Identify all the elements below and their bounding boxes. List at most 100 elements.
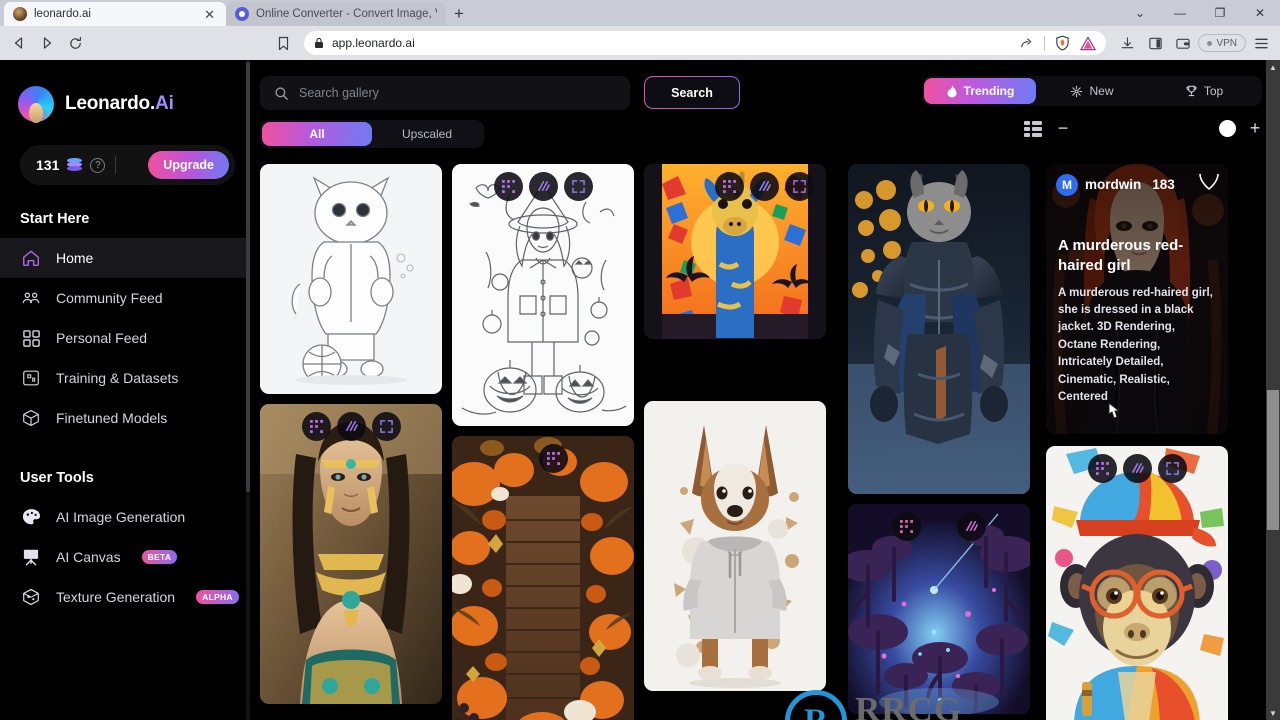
bookmark-icon[interactable]: [270, 30, 296, 56]
card-hover-actions: [452, 172, 634, 201]
sparkle-icon: [1071, 85, 1083, 97]
list-view-icon[interactable]: [1024, 121, 1042, 137]
variation-icon[interactable]: [957, 512, 986, 541]
sidebar-item-home[interactable]: Home: [0, 238, 250, 278]
sort-tab-group: Trending New Top: [922, 76, 1262, 106]
gallery-card-pumpkin-path[interactable]: [452, 436, 634, 720]
tab-trending[interactable]: Trending: [924, 78, 1036, 104]
browser-tab-converter[interactable]: Online Converter - Convert Image, Vid: [226, 2, 446, 26]
url-text: app.leonardo.ai: [332, 36, 415, 50]
minimize-icon[interactable]: —: [1160, 0, 1200, 26]
gallery-card-cat-warrior[interactable]: [848, 164, 1030, 494]
window-close-icon[interactable]: ✕: [1240, 0, 1280, 26]
gallery-card-featured-redhaired-girl[interactable]: M mordwin 183 A murderous red-haired gir…: [1046, 164, 1228, 434]
search-input[interactable]: [299, 86, 616, 100]
expand-icon[interactable]: [371, 412, 401, 441]
section-heading-start-here: Start Here: [20, 211, 90, 227]
gallery-column-4: [848, 164, 1030, 720]
expand-icon[interactable]: [563, 172, 593, 201]
heart-icon[interactable]: [1198, 172, 1220, 197]
sidebar-item-training-datasets[interactable]: Training & Datasets: [0, 358, 250, 398]
browser-toolbar: app.leonardo.ai VPN: [0, 26, 1280, 60]
variation-icon[interactable]: [750, 172, 779, 201]
address-bar[interactable]: app.leonardo.ai: [304, 31, 1107, 55]
sidebar-item-ai-image-generation[interactable]: AI Image Generation: [0, 497, 250, 537]
main-content: All Upscaled Search Trending: [250, 60, 1280, 720]
remix-icon[interactable]: [301, 412, 331, 441]
sidebar-item-finetuned-models[interactable]: Finetuned Models: [0, 398, 250, 438]
sidebar-item-texture-generation[interactable]: Texture Generation ALPHA: [0, 577, 250, 617]
gallery-card-cat-hoodie[interactable]: [260, 164, 442, 394]
brand-logo-block[interactable]: Leonardo.Ai: [0, 82, 250, 126]
vpn-button[interactable]: VPN: [1198, 34, 1246, 52]
sidebar-item-ai-canvas[interactable]: AI Canvas BETA: [0, 537, 250, 577]
section-heading-user-tools: User Tools: [20, 470, 94, 486]
remix-icon[interactable]: [539, 444, 568, 473]
sidebar-panel-icon[interactable]: [1142, 30, 1168, 56]
brand-name: Leonardo.Ai: [65, 93, 174, 114]
featured-card-header: M mordwin 183: [1056, 172, 1220, 197]
gallery-card-egyptian-woman[interactable]: [260, 404, 442, 704]
search-gallery-box[interactable]: [260, 76, 630, 110]
page-content: Leonardo.Ai 131 ? Upgrade Start Here Hom…: [0, 60, 1280, 720]
tab-strip: leonardo.ai ✕ Online Converter - Convert…: [0, 0, 1280, 26]
wallet-icon[interactable]: [1170, 30, 1196, 56]
tab-top[interactable]: Top: [1148, 78, 1260, 104]
avatar[interactable]: M: [1056, 173, 1078, 196]
new-tab-button[interactable]: +: [446, 2, 472, 26]
gallery-card-halloween-girl[interactable]: [452, 164, 634, 426]
chihuahua-hoodie-art: [644, 401, 826, 691]
remix-icon[interactable]: [892, 512, 921, 541]
gallery-card-monkey-glasses[interactable]: [1046, 446, 1228, 720]
menu-icon[interactable]: [1248, 30, 1274, 56]
zoom-in-button[interactable]: +: [1248, 118, 1262, 139]
chevron-down-icon[interactable]: ⌄: [1120, 0, 1160, 26]
sidebar-item-label: AI Image Generation: [56, 509, 186, 525]
scroll-down-arrow[interactable]: ▼: [1266, 706, 1280, 720]
remix-icon[interactable]: [1087, 454, 1117, 483]
search-button[interactable]: Search: [645, 77, 739, 108]
variation-icon[interactable]: [528, 172, 558, 201]
tab-new[interactable]: New: [1036, 78, 1148, 104]
remix-icon[interactable]: [715, 172, 744, 201]
back-icon[interactable]: [6, 30, 32, 56]
gallery-column-5: M mordwin 183 A murderous red-haired gir…: [1046, 164, 1228, 720]
sidebar-item-label: Finetuned Models: [56, 410, 168, 426]
remix-icon[interactable]: [493, 172, 523, 201]
page-scroll-thumb[interactable]: [1267, 390, 1279, 530]
username[interactable]: mordwin: [1085, 177, 1141, 192]
zoom-out-button[interactable]: −: [1056, 118, 1070, 139]
scroll-up-arrow[interactable]: ▲: [1266, 60, 1280, 74]
divider: [115, 156, 117, 174]
zoom-slider[interactable]: [1084, 120, 1236, 137]
card-hover-actions: [1046, 454, 1228, 483]
browser-tab-leonardo[interactable]: leonardo.ai ✕: [4, 2, 226, 26]
gallery-column-2: [452, 164, 634, 720]
maximize-icon[interactable]: ❐: [1200, 0, 1240, 26]
card-hover-actions: [644, 172, 826, 201]
prompt-title: A murderous red-haired girl: [1058, 237, 1184, 275]
sidebar-item-personal-feed[interactable]: Personal Feed: [0, 318, 250, 358]
variation-icon[interactable]: [336, 412, 366, 441]
slider-knob[interactable]: [1219, 120, 1236, 137]
flame-icon: [947, 84, 957, 98]
gallery-card-giraffe-pop[interactable]: [644, 164, 826, 339]
gallery-card-chihuahua-hoodie[interactable]: [644, 401, 826, 691]
expand-icon[interactable]: [785, 172, 814, 201]
variation-icon[interactable]: [1122, 454, 1152, 483]
tab-all[interactable]: All: [262, 122, 372, 146]
sidebar-item-community-feed[interactable]: Community Feed: [0, 278, 250, 318]
search-icon: [275, 86, 288, 100]
close-icon[interactable]: ✕: [202, 8, 217, 21]
zoom-controls: − +: [1024, 118, 1262, 139]
tab-upscaled[interactable]: Upscaled: [372, 122, 482, 146]
gallery-card-purple-forest[interactable]: [848, 504, 1030, 714]
forward-icon[interactable]: [34, 30, 60, 56]
search-button-wrap[interactable]: Search: [644, 76, 740, 109]
page-scrollbar[interactable]: ▲ ▼: [1266, 60, 1280, 720]
upgrade-button[interactable]: Upgrade: [148, 151, 229, 179]
reload-icon[interactable]: [62, 30, 88, 56]
help-icon[interactable]: ?: [90, 157, 106, 173]
expand-icon[interactable]: [1157, 454, 1187, 483]
download-icon[interactable]: [1114, 30, 1140, 56]
